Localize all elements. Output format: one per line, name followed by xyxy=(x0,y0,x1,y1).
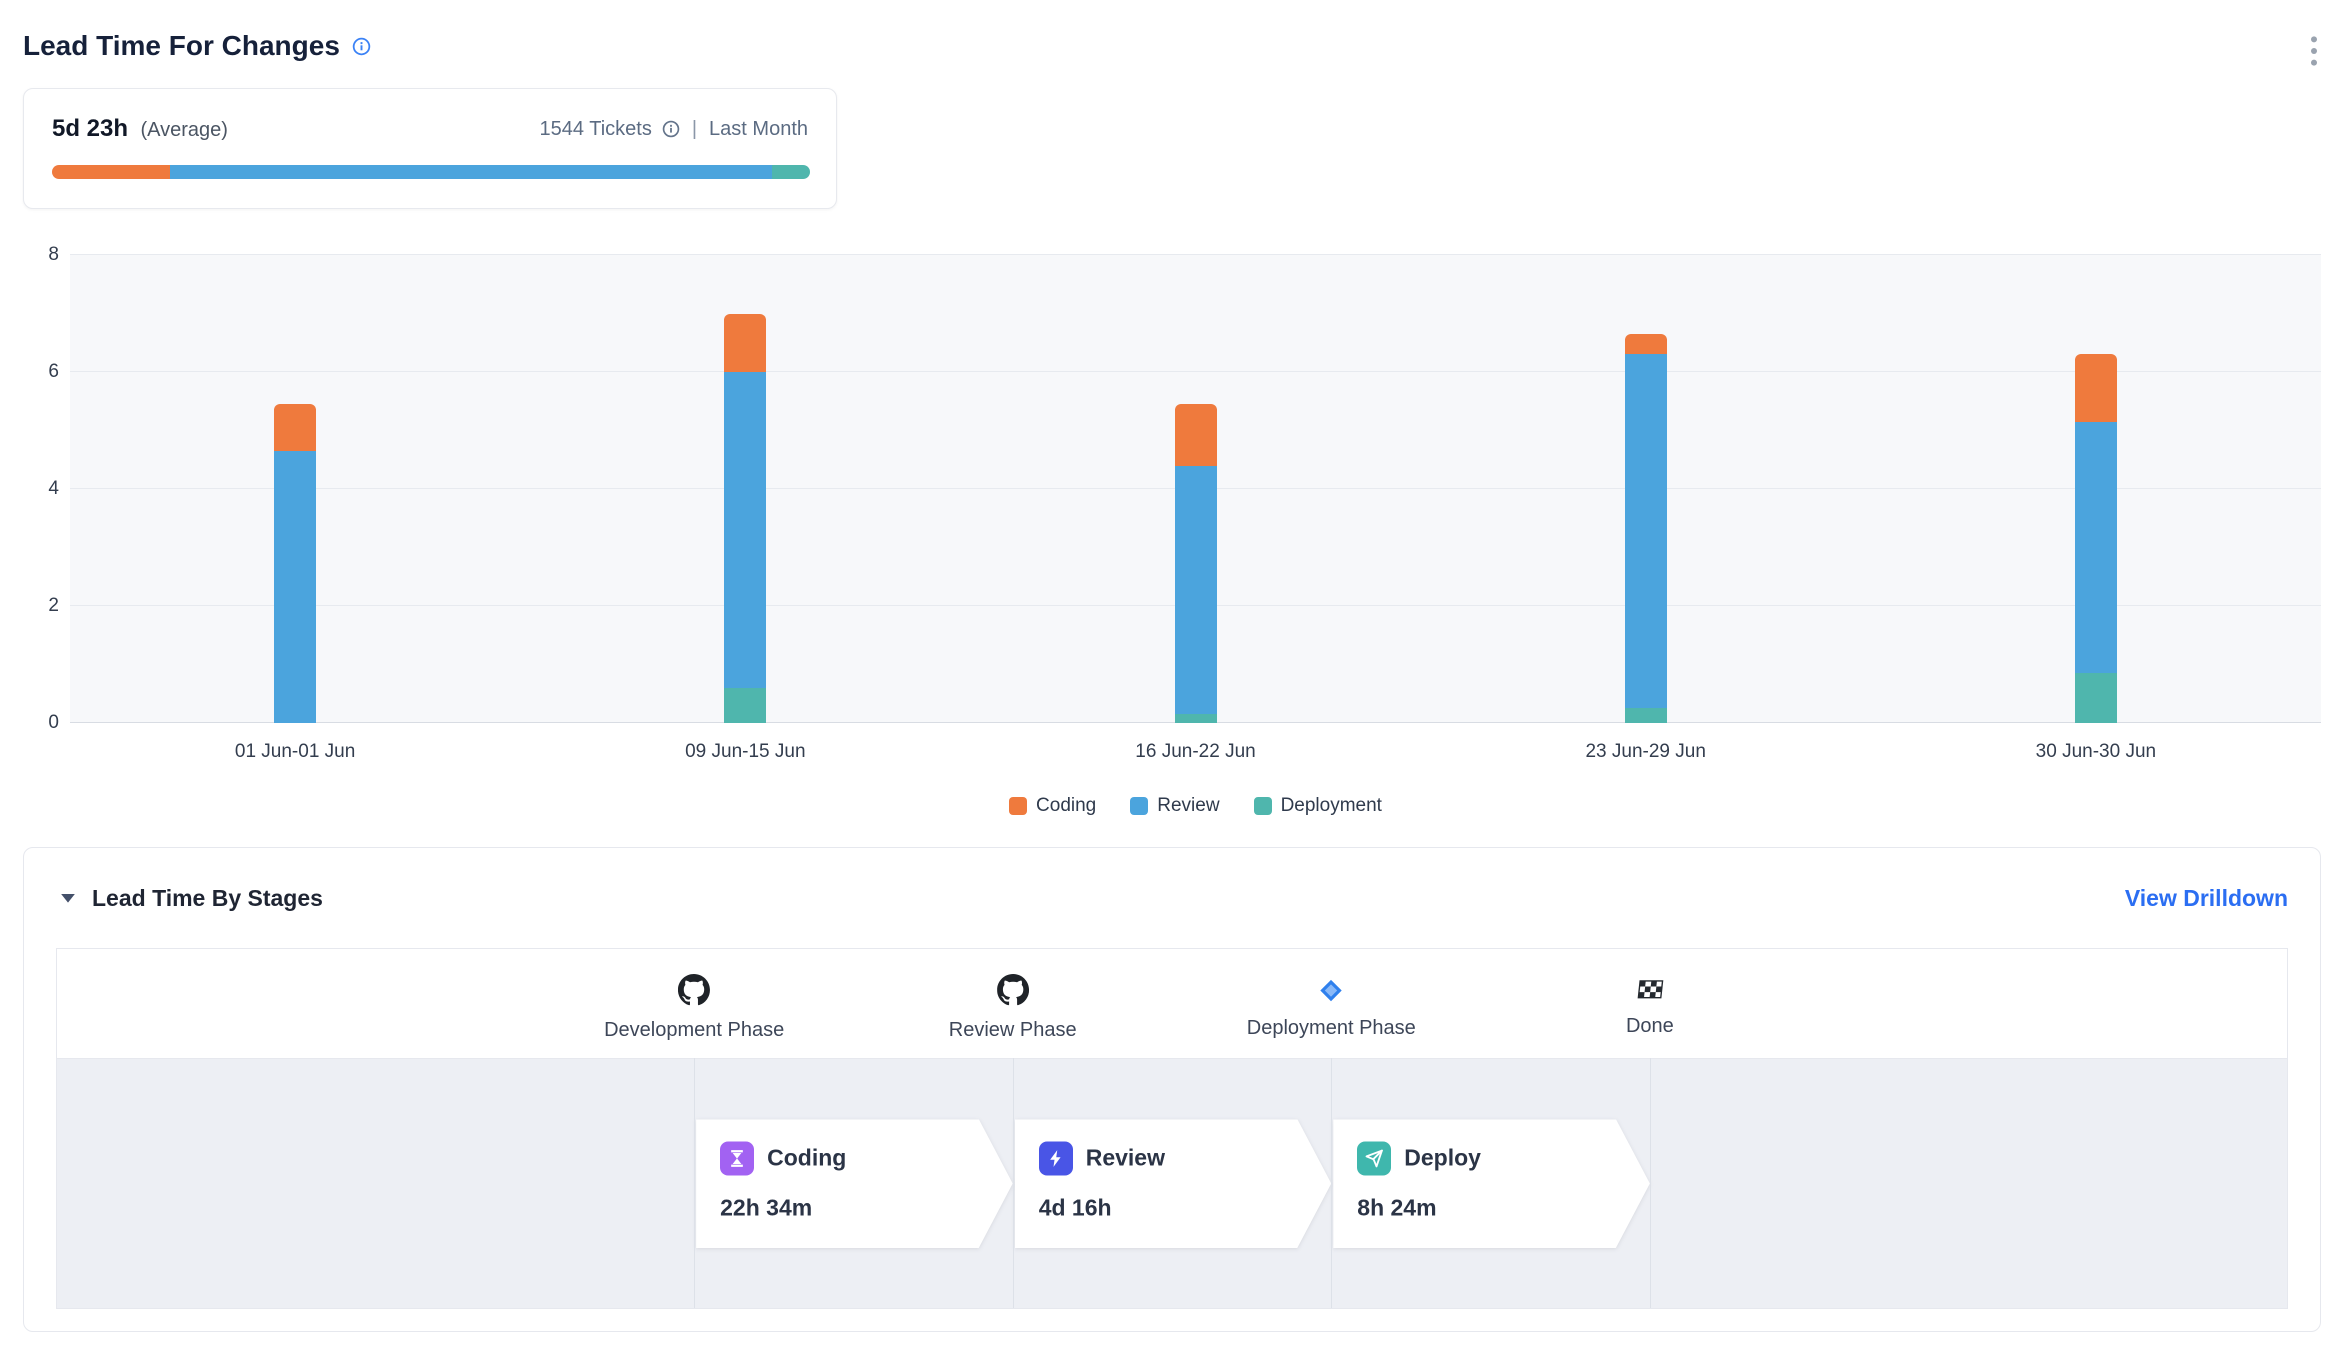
column-divider xyxy=(1650,1058,1651,1308)
y-tick-label: 0 xyxy=(23,712,59,734)
x-tick-label: 30 Jun-30 Jun xyxy=(2036,741,2156,763)
stage-duration: 4d 16h xyxy=(1039,1194,1308,1221)
summary-bar-segment-coding xyxy=(52,165,170,179)
stages-title: Lead Time By Stages xyxy=(92,885,323,912)
average-lead-time: 5d 23h (Average) xyxy=(52,115,228,143)
y-tick-label: 8 xyxy=(23,244,59,266)
stacked-bar-4[interactable] xyxy=(1625,255,1667,723)
average-suffix: (Average) xyxy=(140,119,227,141)
period-label: Last Month xyxy=(709,118,808,141)
widget-header: Lead Time For Changes xyxy=(23,30,2321,62)
stacked-bar-3[interactable] xyxy=(1175,255,1217,723)
page-title: Lead Time For Changes xyxy=(23,30,340,62)
y-tick-label: 4 xyxy=(23,478,59,500)
bar-segment-coding xyxy=(1175,404,1217,465)
stage-name: Coding xyxy=(767,1145,846,1172)
stacked-bar-1[interactable] xyxy=(274,255,316,723)
stages-panel-header: Lead Time By Stages View Drilldown xyxy=(24,848,2320,948)
column-divider xyxy=(1013,1058,1014,1308)
summary-bar-segment-review xyxy=(170,165,772,179)
legend-label: Coding xyxy=(1036,795,1096,817)
github-icon xyxy=(997,973,1029,1007)
stage-card-shape: Deploy 8h 24m xyxy=(1333,1119,1650,1248)
bar-segment-review xyxy=(1625,354,1667,708)
y-tick-label: 6 xyxy=(23,361,59,383)
phase-label: Deployment Phase xyxy=(1247,1017,1416,1040)
phase-review-phase: Review Phase xyxy=(949,973,1077,1042)
bar-segment-coding xyxy=(2075,354,2117,421)
checkered-flag-icon xyxy=(1636,973,1664,1007)
average-value: 5d 23h xyxy=(52,115,128,142)
separator: | xyxy=(692,118,697,141)
x-tick-label: 16 Jun-22 Jun xyxy=(1135,741,1255,763)
summary-card: 5d 23h (Average) 1544 Tickets | Last Mon… xyxy=(23,88,837,209)
stage-name: Review xyxy=(1086,1145,1165,1172)
chart-x-axis: 01 Jun-01 Jun 09 Jun-15 Jun 16 Jun-22 Jun 2… xyxy=(70,741,2321,769)
y-tick-label: 2 xyxy=(23,595,59,617)
hourglass-icon xyxy=(720,1141,754,1175)
stage-card-deploy[interactable]: Deploy 8h 24m xyxy=(1333,1119,1650,1248)
legend-swatch xyxy=(1254,797,1272,815)
legend-label: Deployment xyxy=(1281,795,1382,817)
lead-time-widget: Lead Time For Changes 5d 23h (Average) 1… xyxy=(0,0,2344,1352)
column-divider xyxy=(1331,1058,1332,1308)
bar-segment-coding xyxy=(274,404,316,451)
stage-card-review[interactable]: Review 4d 16h xyxy=(1015,1119,1332,1248)
stage-card-coding[interactable]: Coding 22h 34m xyxy=(696,1119,1013,1248)
rocket-icon xyxy=(1357,1141,1391,1175)
x-tick-label: 09 Jun-15 Jun xyxy=(685,741,805,763)
stages-panel: Lead Time By Stages View Drilldown Devel… xyxy=(23,847,2321,1332)
column-divider xyxy=(694,1058,695,1308)
chart-legend: Coding Review Deployment xyxy=(70,795,2321,817)
legend-swatch xyxy=(1130,797,1148,815)
bar-segment-deployment xyxy=(2075,673,2117,723)
legend-item-review[interactable]: Review xyxy=(1130,795,1219,817)
diamond-icon xyxy=(1318,973,1345,1007)
stage-card-shape: Review 4d 16h xyxy=(1015,1119,1332,1248)
stacked-bar-5[interactable] xyxy=(2075,255,2117,723)
lead-time-chart: 02468 01 Jun-01 Jun 09 Jun-15 Jun 16 Jun-2… xyxy=(23,255,2321,817)
view-drilldown-link[interactable]: View Drilldown xyxy=(2125,885,2288,912)
summary-bar-segment-deployment xyxy=(772,165,810,179)
phase-header-row: Development Phase Review Phase Deployment … xyxy=(57,949,2287,1058)
bar-segment-deployment xyxy=(724,688,766,723)
phase-development-phase: Development Phase xyxy=(604,973,784,1042)
tickets-info-icon[interactable] xyxy=(662,120,680,138)
bar-segment-review xyxy=(2075,422,2117,674)
stage-duration: 22h 34m xyxy=(720,1194,989,1221)
phase-deployment-phase: Deployment Phase xyxy=(1247,973,1416,1040)
bar-segment-coding xyxy=(1625,334,1667,354)
phase-label: Review Phase xyxy=(949,1019,1077,1042)
stage-name: Deploy xyxy=(1404,1145,1481,1172)
legend-item-coding[interactable]: Coding xyxy=(1009,795,1096,817)
x-tick-label: 23 Jun-29 Jun xyxy=(1585,741,1705,763)
kebab-menu-icon[interactable] xyxy=(2310,36,2318,71)
bar-segment-review xyxy=(724,372,766,688)
stacked-bar-2[interactable] xyxy=(724,255,766,723)
phase-done: Done xyxy=(1626,973,1674,1038)
lightning-icon xyxy=(1039,1141,1073,1175)
stage-card-shape: Coding 22h 34m xyxy=(696,1119,1013,1248)
legend-label: Review xyxy=(1157,795,1219,817)
legend-swatch xyxy=(1009,797,1027,815)
legend-item-deployment[interactable]: Deployment xyxy=(1254,795,1382,817)
phase-label: Done xyxy=(1626,1015,1674,1038)
x-tick-label: 01 Jun-01 Jun xyxy=(235,741,355,763)
summary-progress-bar xyxy=(52,165,810,179)
github-icon xyxy=(678,973,710,1007)
bar-segment-review xyxy=(1175,466,1217,715)
bar-segment-deployment xyxy=(1175,714,1217,723)
tickets-count: 1544 Tickets xyxy=(540,118,652,141)
phase-label: Development Phase xyxy=(604,1019,784,1042)
collapse-caret-icon[interactable] xyxy=(60,892,76,904)
bar-segment-deployment xyxy=(1625,708,1667,723)
chart-plot-area: 02468 xyxy=(70,255,2321,723)
bar-segment-coding xyxy=(724,314,766,373)
title-info-icon[interactable] xyxy=(352,37,371,56)
stages-body: Coding 22h 34m Review 4d 16h Deploy 8h 24m xyxy=(57,1058,2287,1308)
stages-table: Development Phase Review Phase Deployment … xyxy=(56,948,2288,1309)
stage-duration: 8h 24m xyxy=(1357,1194,1626,1221)
bar-segment-review xyxy=(274,451,316,723)
